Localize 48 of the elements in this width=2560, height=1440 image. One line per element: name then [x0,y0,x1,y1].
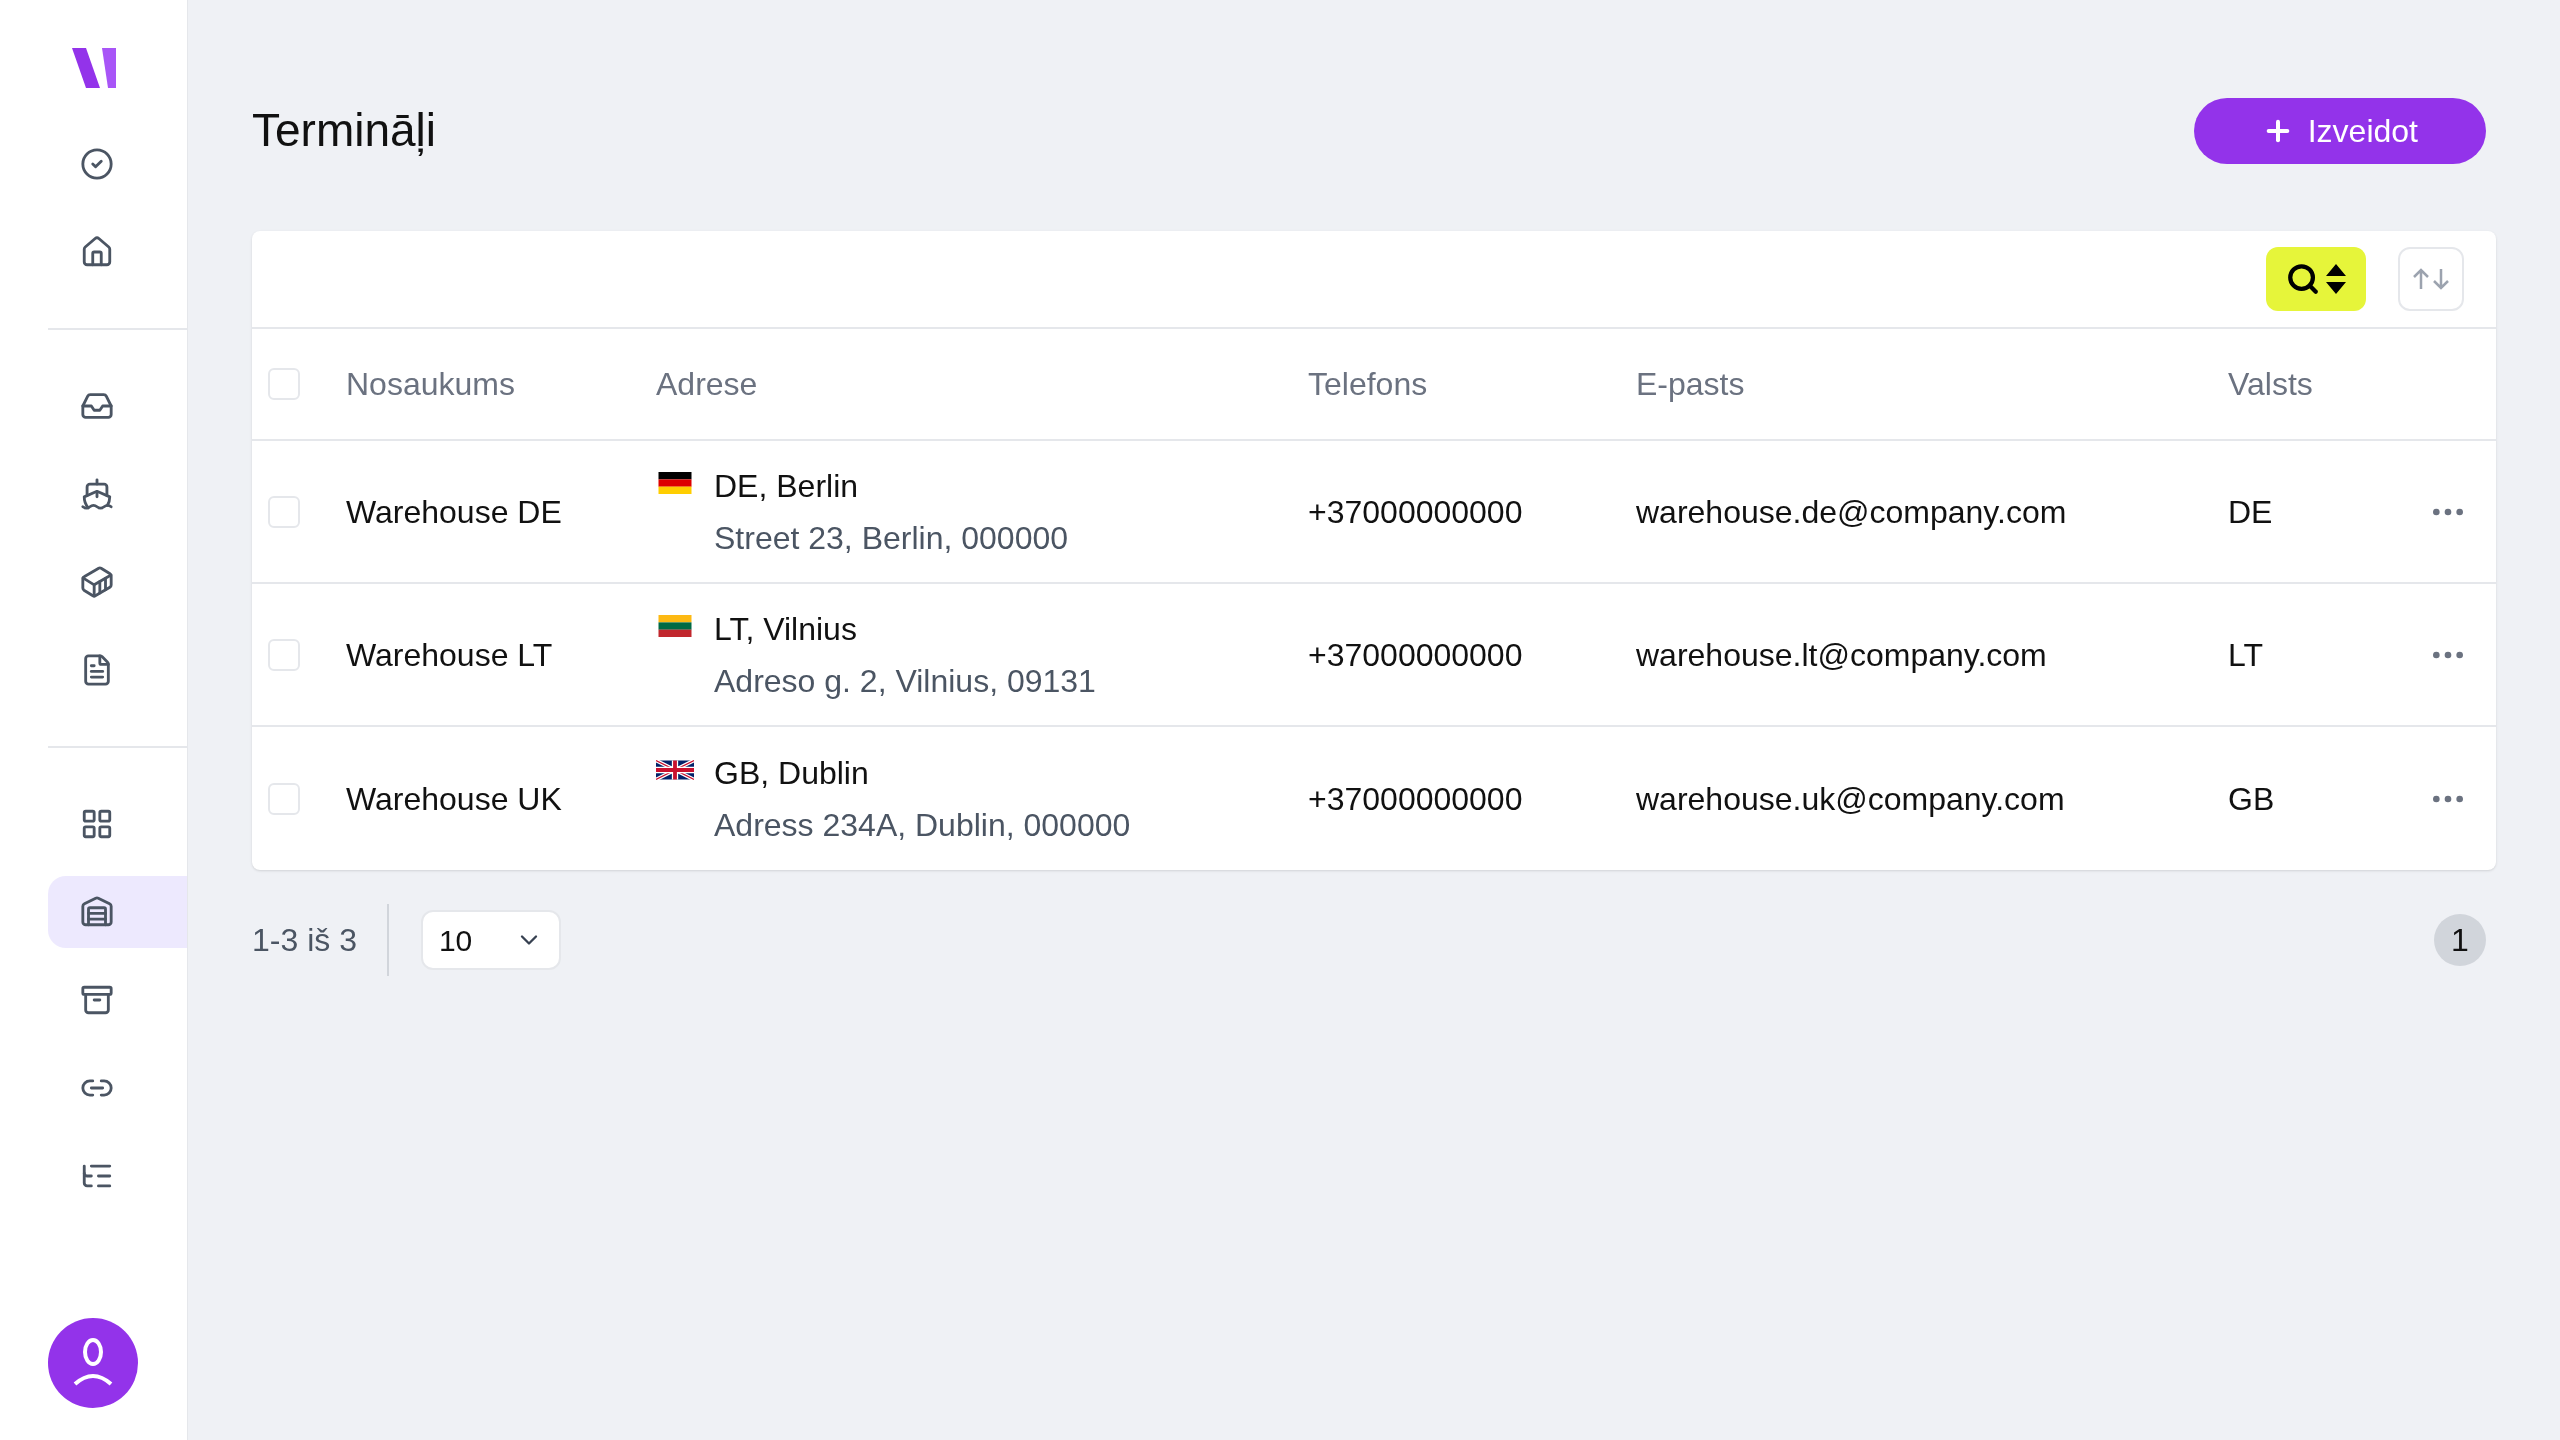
archive-icon [80,983,114,1017]
flag-icon [656,758,694,781]
ship-icon [80,477,114,511]
page-button[interactable]: 1 [2434,914,2486,966]
search-icon [2286,262,2320,296]
column-header[interactable]: Valsts [2228,366,2313,402]
column-header[interactable]: Nosaukums [346,366,515,402]
warehouse-icon [80,895,114,929]
table-cell: DE [2228,493,2273,530]
table-cell: warehouse.de@company.com [1636,493,2067,530]
flag-icon [656,614,694,637]
search-button[interactable] [2266,247,2366,311]
table-cell: +37000000000 [1308,780,1523,817]
create-button[interactable]: Izveidot [2193,97,2486,164]
page-size-select[interactable]: 10 [420,910,561,970]
address-line: Adress 234A, Dublin, 000000 [714,805,1131,845]
table-cell: Warehouse DE [346,493,562,530]
table-cell: warehouse.uk@company.com [1636,780,2065,817]
column-header[interactable]: E-pasts [1636,366,1745,402]
arrows-up-down-icon [2411,267,2451,291]
table-cell: warehouse.lt@company.com [1636,636,2047,673]
table-cell: Warehouse UK [346,780,562,817]
checkbox[interactable] [268,782,300,815]
checkbox[interactable] [268,368,300,400]
check-circle-icon [80,147,114,181]
logo-icon [72,48,116,88]
address-title: LT, Vilnius [714,609,858,649]
table-cell: +37000000000 [1308,636,1523,673]
user-icon [71,1338,115,1388]
table-cell: +37000000000 [1308,493,1523,530]
address-line: Adreso g. 2, Vilnius, 09131 [714,661,1096,701]
column-header[interactable]: Telefons [1308,366,1428,402]
checkbox[interactable] [268,638,300,671]
table-cell: LT [2228,636,2263,673]
sidebar-item[interactable] [48,876,187,948]
flag-icon [656,471,694,494]
table-cell: Warehouse LT [346,636,553,673]
table-cell: GB [2228,780,2275,817]
address-title: GB, Dublin [714,753,870,793]
grid-icon [80,807,114,841]
page-title: Termināļi [252,103,437,158]
sort-icon [2326,264,2346,294]
address-line: Street 23, Berlin, 000000 [714,518,1068,558]
home-icon [80,235,114,269]
column-header[interactable]: Adrese [656,366,758,402]
range-label: 1-3 iš 3 [252,904,389,976]
checkbox[interactable] [268,495,300,528]
address-title: DE, Berlin [714,466,860,506]
